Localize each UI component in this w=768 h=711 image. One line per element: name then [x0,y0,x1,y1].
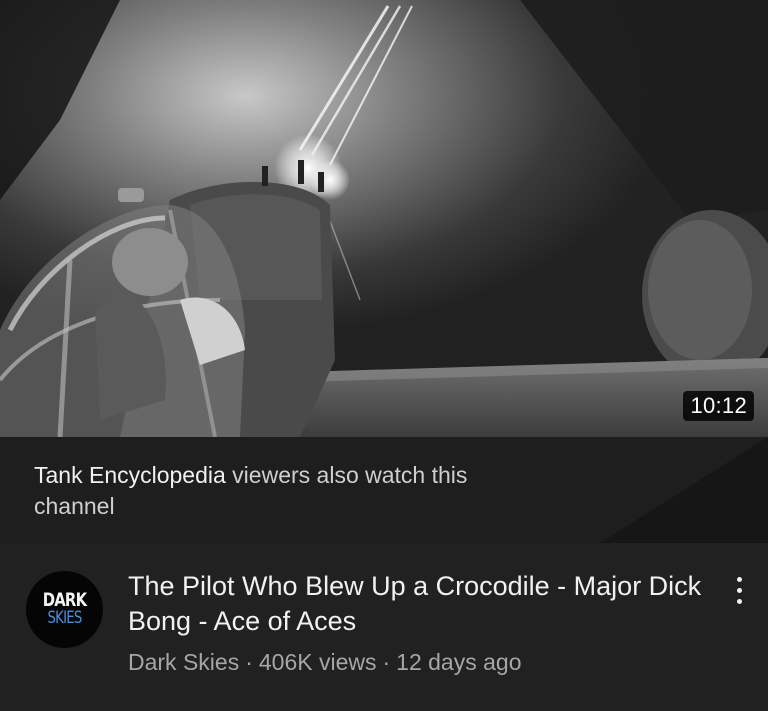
channel-avatar[interactable]: DARK SKIES [26,571,103,648]
video-details: DARK SKIES The Pilot Who Blew Up a Croco… [0,543,768,711]
view-count: 406K views [258,649,377,675]
video-thumbnail[interactable]: 10:12 [0,0,768,437]
avatar-logo-line2: SKIES [47,608,83,628]
video-metadata: Dark Skies · 406K views · 12 days ago [128,647,522,677]
also-watch-text: Tank Encyclopedia viewers also watch thi… [34,460,554,522]
also-watch-banner[interactable]: Tank Encyclopedia viewers also watch thi… [0,437,768,543]
video-title[interactable]: The Pilot Who Blew Up a Crocodile - Majo… [128,569,708,639]
thumbnail-image [0,0,768,437]
separator: · [245,649,253,675]
also-watch-channel-name: Tank Encyclopedia [34,462,226,488]
avatar-logo-line1: DARK [42,589,87,611]
menu-dot [737,588,742,593]
separator: · [382,649,391,675]
menu-dot [737,599,742,604]
channel-name[interactable]: Dark Skies [128,649,239,675]
kebab-menu-icon[interactable] [722,571,758,611]
menu-dot [737,577,742,582]
video-duration-badge: 10:12 [683,391,754,421]
upload-age: 12 days ago [396,649,522,675]
